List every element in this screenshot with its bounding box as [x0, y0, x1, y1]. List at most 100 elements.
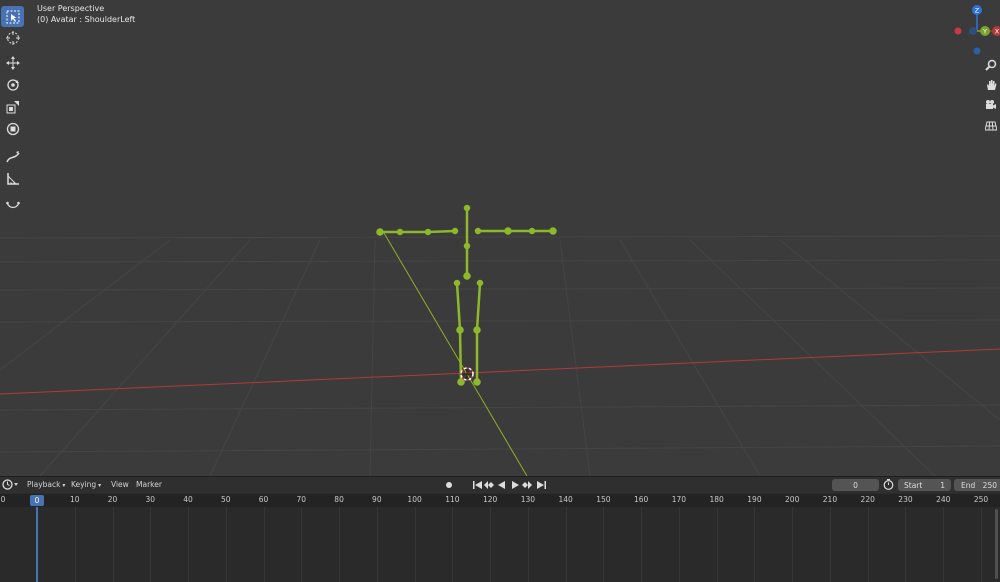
marker-menu[interactable]: Marker: [136, 480, 162, 489]
rotate-tool[interactable]: [1, 74, 24, 95]
timeline-grid-line: [339, 507, 341, 582]
timeline-grid-line: [225, 507, 227, 582]
jump-to-start-button[interactable]: [472, 480, 482, 490]
measure-tool[interactable]: [1, 168, 24, 189]
y-axis-line: [383, 232, 528, 476]
timeline-editor[interactable]: Playback Keying View Marker 0 Start: [0, 476, 1000, 582]
measure-icon: [6, 172, 19, 185]
ruler-tick-label: 150: [596, 495, 611, 504]
playhead-frame-badge[interactable]: 0: [30, 495, 44, 506]
annotate-tool[interactable]: [1, 146, 24, 167]
x-axis-line: [0, 348, 1000, 395]
gizmo-y-label: Y: [982, 28, 987, 36]
timeline-grid-line: [376, 507, 378, 582]
end-label: End: [961, 480, 976, 490]
ruler-tick-label: 60: [258, 495, 269, 504]
ruler-tick-label: 140: [558, 495, 573, 504]
frame-ruler[interactable]: 0 10 20 30 40 50 60 70 80 90 100 110 120 130 140 150 16…: [0, 494, 1000, 507]
timeline-grid-line: [829, 507, 831, 582]
ruler-tick-label: 120: [482, 495, 498, 504]
ruler-tick-label: 30: [145, 495, 156, 504]
play-reverse-button[interactable]: [497, 480, 507, 490]
ruler-tick-label: 190: [747, 495, 762, 504]
roll-tool[interactable]: [1, 194, 24, 215]
auto-keying-toggle[interactable]: [444, 480, 454, 490]
timeline-grid-line: [74, 507, 76, 582]
ruler-tick-label: 80: [334, 495, 344, 504]
cursor-tool[interactable]: [1, 27, 24, 48]
select-box-tool[interactable]: [1, 6, 24, 27]
3d-cursor: [460, 367, 474, 381]
gizmo-z-label: Z: [975, 7, 980, 15]
3d-viewport[interactable]: User Perspective (0) Avatar : ShoulderLe…: [0, 0, 1000, 476]
viewport-title: User Perspective: [37, 4, 105, 13]
jump-to-end-button[interactable]: [536, 480, 546, 490]
start-frame-field[interactable]: Start 1: [898, 479, 951, 491]
ruler-tick-label: 20: [107, 495, 118, 504]
start-label: Start: [904, 480, 923, 490]
move-tool[interactable]: [1, 52, 24, 73]
scale-tool[interactable]: [1, 96, 24, 117]
ruler-tick-label: 100: [407, 495, 422, 504]
gizmo-neg-y[interactable]: [973, 47, 981, 55]
timeline-grid-line: [490, 507, 492, 582]
playback-menu[interactable]: Playback: [27, 480, 65, 489]
scale-icon: [6, 100, 19, 113]
ruler-tick-label: 250: [973, 495, 989, 504]
end-frame-field[interactable]: End 250: [954, 479, 1000, 491]
current-frame-field[interactable]: 0: [832, 479, 879, 491]
gizmo-neg-x[interactable]: [954, 27, 962, 35]
editor-type-button[interactable]: [2, 479, 20, 492]
end-value: 250: [982, 480, 997, 490]
transform-icon: [6, 122, 19, 135]
ruler-tick-label: 40: [183, 495, 193, 504]
timeline-grid-line: [754, 507, 756, 582]
timeline-grid-line: [565, 507, 567, 582]
start-value: 1: [940, 480, 945, 490]
zoom-button[interactable]: [984, 58, 998, 72]
preview-range-toggle[interactable]: [883, 479, 894, 492]
keying-menu[interactable]: Keying: [71, 480, 101, 489]
ruler-tick-label: 210: [822, 495, 838, 504]
ruler-tick-label: 220: [860, 495, 875, 504]
timeline-grid-line: [867, 507, 869, 582]
select-box-icon: [6, 10, 19, 23]
gizmo-x-label: X: [995, 28, 1000, 36]
ruler-tick-label: 90: [372, 495, 382, 504]
gizmo-neg-z[interactable]: [969, 27, 977, 35]
viewport-active-object: (0) Avatar : ShoulderLeft: [37, 15, 136, 24]
play-icon: [512, 481, 519, 489]
play-button[interactable]: [510, 480, 520, 490]
navigation-gizmo[interactable]: Z Y X: [950, 0, 1000, 60]
ortho-toggle-button[interactable]: [984, 118, 998, 132]
view-menu[interactable]: View: [111, 480, 129, 489]
transform-tool[interactable]: [1, 118, 24, 139]
camera-view-button[interactable]: [984, 98, 998, 112]
timeline-grid-line: [301, 507, 303, 582]
timeline-grid-line: [792, 507, 794, 582]
ruler-tick-label: 180: [709, 495, 724, 504]
pan-button[interactable]: [984, 78, 998, 92]
zoom-icon: [985, 59, 997, 71]
jump-start-icon: [472, 481, 482, 489]
jump-keyframe-forward-button[interactable]: [522, 480, 532, 490]
viewport-scene: [0, 204, 1000, 476]
ruler-tick-label: 110: [445, 495, 460, 504]
jump-end-icon: [536, 481, 546, 489]
timeline-grid-line: [603, 507, 605, 582]
playhead[interactable]: [36, 507, 38, 582]
ruler-left-label: 0: [0, 495, 6, 504]
timeline-body[interactable]: [0, 507, 1000, 582]
ruler-tick-label: 130: [520, 495, 536, 504]
timeline-grid-line: [716, 507, 718, 582]
timeline-grid-line: [678, 507, 680, 582]
ruler-tick-label: 10: [69, 495, 80, 504]
timeline-scrollbar[interactable]: [995, 509, 998, 579]
jump-keyframe-back-button[interactable]: [484, 480, 494, 490]
armature[interactable]: [376, 204, 557, 386]
timeline-header: Playback Keying View Marker 0 Start: [0, 477, 1000, 493]
move-icon: [5, 55, 20, 70]
timeline-grid-line: [414, 507, 416, 582]
keyframe-next-icon: [522, 481, 532, 489]
ruler-tick-label: 200: [785, 495, 800, 504]
